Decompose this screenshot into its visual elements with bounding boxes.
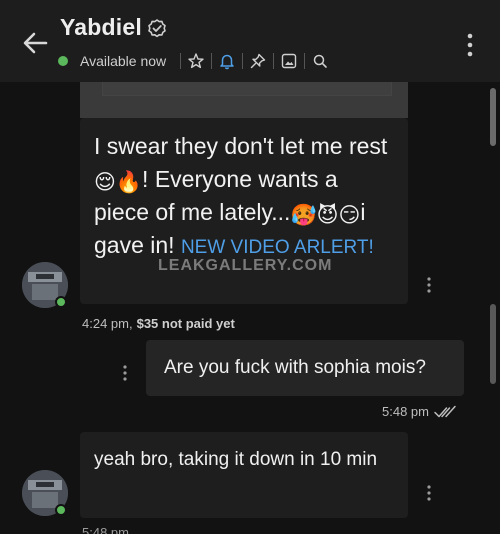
scrollbar-top[interactable] — [490, 88, 496, 146]
price-status: $35 not paid yet — [136, 316, 235, 331]
more-vertical-icon[interactable] — [426, 276, 432, 294]
watermark: LEAKGALLERY.COM — [158, 257, 333, 274]
pin-icon[interactable] — [249, 52, 267, 70]
verified-check-icon — [148, 19, 166, 38]
message-text: I swear they don't let me rest😌🔥! Everyo… — [94, 130, 394, 264]
media-preview-inner — [102, 82, 392, 96]
avatar-online-dot — [55, 504, 67, 516]
message-time: 5:48 pm — [382, 404, 429, 419]
double-check-icon — [434, 405, 456, 417]
divider — [273, 53, 275, 69]
message-meta: 5:48 pm — [382, 404, 457, 419]
divider — [180, 53, 182, 69]
image-icon[interactable] — [280, 52, 298, 70]
presence-text: Available now — [80, 53, 167, 69]
message-text: yeah bro, taking it down in 10 min — [94, 449, 378, 470]
arrow-left-icon[interactable] — [18, 26, 52, 60]
video-link[interactable]: NEW VIDEO ARLERT! — [181, 237, 374, 258]
divider — [242, 53, 244, 69]
contact-name[interactable]: Yabdiel — [60, 14, 142, 41]
message-time: 5:48 pm — [82, 525, 129, 534]
emoji: 🥵😈😏 — [290, 204, 361, 227]
more-vertical-icon[interactable] — [463, 32, 477, 58]
divider — [304, 53, 306, 69]
message-time: 4:24 pm, — [82, 316, 133, 331]
emoji: 😌🔥 — [94, 171, 143, 194]
scrollbar-thumb[interactable] — [490, 304, 496, 384]
search-icon[interactable] — [311, 52, 329, 70]
divider — [211, 53, 213, 69]
more-vertical-icon[interactable] — [426, 484, 432, 502]
presence-row: Available now — [58, 50, 329, 72]
avatar-online-dot — [55, 296, 67, 308]
online-status-dot — [58, 56, 68, 66]
message-meta: 4:24 pm, $35 not paid yet — [82, 316, 235, 331]
message-text-segment: I swear they don't let me rest — [94, 133, 388, 159]
bell-icon[interactable] — [218, 52, 236, 70]
chat-header: Yabdiel Available now — [0, 0, 500, 82]
star-icon[interactable] — [187, 52, 205, 70]
more-vertical-icon[interactable] — [122, 364, 128, 382]
message-text: Are you fuck with sophia mois? — [164, 357, 426, 378]
